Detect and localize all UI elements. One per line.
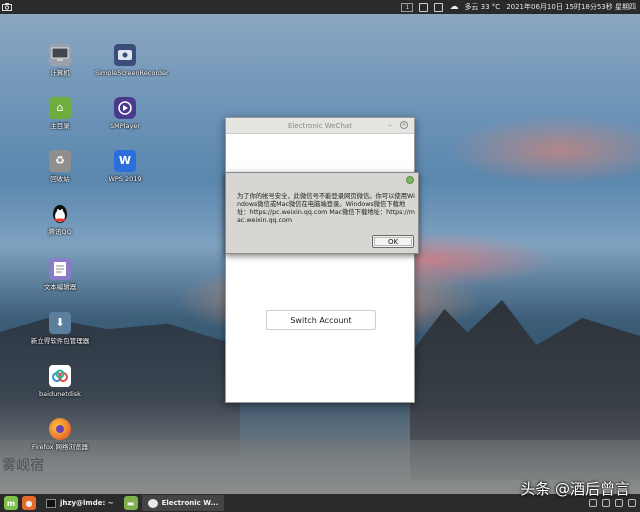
- screenshot-icon[interactable]: [0, 0, 14, 14]
- workspace-indicator[interactable]: 1: [401, 2, 414, 12]
- wechat-icon: [147, 498, 158, 508]
- desktop-icon-label: SMPlayer: [110, 122, 140, 130]
- trash-icon: ♻: [49, 150, 71, 172]
- taskbar-terminal-label: jhzy@lmde: ~: [60, 499, 114, 507]
- tray-shield-icon[interactable]: [602, 499, 610, 507]
- computer-icon: [49, 44, 71, 66]
- desktop-icon-home[interactable]: ⌂ 主目录: [30, 97, 90, 130]
- firefox-launcher-icon[interactable]: ●: [22, 496, 36, 510]
- qq-penguin-icon: [49, 203, 71, 225]
- desktop-icon-label: 新立得软件包管理器: [30, 337, 90, 345]
- clock-text[interactable]: 2021年06月10日 15时18分53秒 星期四: [506, 2, 636, 12]
- desktop-icon[interactable]: [434, 2, 444, 12]
- mint-menu-icon[interactable]: m: [4, 496, 18, 510]
- desktop-icon-text-editor[interactable]: 文本编辑器: [30, 258, 90, 291]
- dialog-close-icon[interactable]: [406, 176, 414, 184]
- weather-text[interactable]: 多云 33 °C: [464, 2, 500, 12]
- wechat-window[interactable]: Electronic WeChat – × Switch Account: [225, 117, 415, 403]
- screen-recorder-icon: [114, 44, 136, 66]
- wechat-window-title: Electronic WeChat: [288, 121, 352, 130]
- desktop-icon-label: WPS 2019: [108, 175, 142, 183]
- package-manager-icon: ⬇: [49, 312, 71, 334]
- tray-wechat-icon[interactable]: [589, 499, 597, 507]
- security-alert-dialog[interactable]: 为了你的帐号安全，此微信号不能登录网页微信。你可以使用Windows微信或Mac…: [225, 172, 419, 254]
- text-editor-icon: [49, 258, 71, 280]
- baidu-cloud-icon: [49, 365, 71, 387]
- ok-button[interactable]: OK: [372, 235, 414, 248]
- switch-account-button[interactable]: Switch Account: [266, 310, 376, 330]
- desktop-icon-smplayer[interactable]: SMPlayer: [95, 97, 155, 130]
- wps-icon: W: [114, 150, 136, 172]
- desktop-icon-label: 主目录: [50, 122, 70, 130]
- desktop-icon-label: 腾讯QQ: [48, 228, 72, 236]
- files-launcher-icon[interactable]: ▬: [123, 496, 138, 510]
- smplayer-icon: [114, 97, 136, 119]
- desktop-icon-label: 文本编辑器: [43, 283, 77, 291]
- top-panel: 1 ☁ 多云 33 °C 2021年06月10日 15时18分53秒 星期四: [0, 0, 640, 14]
- cloud-icon: ☁: [449, 2, 459, 12]
- alert-message: 为了你的帐号安全，此微信号不能登录网页微信。你可以使用Windows微信或Mac…: [237, 193, 415, 224]
- desktop-icon-label: SimpleScreenRecorder: [95, 69, 169, 77]
- taskbar-wechat-label: Electronic W...: [161, 499, 219, 507]
- wallpaper-signature: 雾岘宿: [2, 458, 44, 474]
- desktop-icon-label: Firefox 网络浏览器: [31, 443, 89, 451]
- desktop-icon-label: 回收站: [50, 175, 70, 183]
- desktop-icon-trash[interactable]: ♻ 回收站: [30, 150, 90, 183]
- terminal-icon: [46, 498, 56, 508]
- taskbar-terminal[interactable]: jhzy@lmde: ~: [40, 495, 120, 511]
- taskbar-wechat[interactable]: Electronic W...: [141, 495, 225, 511]
- desktop-icon-package-manager[interactable]: ⬇ 新立得软件包管理器: [30, 312, 90, 345]
- tray-network-icon[interactable]: [615, 499, 623, 507]
- desktop-icon-label: baidunetdisk: [39, 390, 81, 398]
- desktop-icon-baidunetdisk[interactable]: baidunetdisk: [30, 365, 90, 398]
- desktop-icon-label: 计算机: [50, 69, 70, 77]
- watermark: 头条 @酒后曾言: [520, 480, 630, 498]
- close-icon[interactable]: ×: [400, 121, 408, 129]
- desktop-icon-wps[interactable]: W WPS 2019: [95, 150, 155, 183]
- home-folder-icon: ⌂: [49, 97, 71, 119]
- wechat-titlebar[interactable]: Electronic WeChat – ×: [226, 118, 414, 134]
- desktop-icon-firefox[interactable]: Firefox 网络浏览器: [30, 418, 90, 451]
- minimize-icon[interactable]: –: [388, 121, 392, 130]
- tray-power-icon[interactable]: [628, 499, 636, 507]
- desktop-icon-qq[interactable]: 腾讯QQ: [30, 203, 90, 236]
- window-list-icon[interactable]: [419, 2, 429, 12]
- firefox-icon: [49, 418, 71, 440]
- desktop-icon-computer[interactable]: 计算机: [30, 44, 90, 77]
- desktop-icon-simplescreenrecorder[interactable]: SimpleScreenRecorder: [95, 44, 169, 77]
